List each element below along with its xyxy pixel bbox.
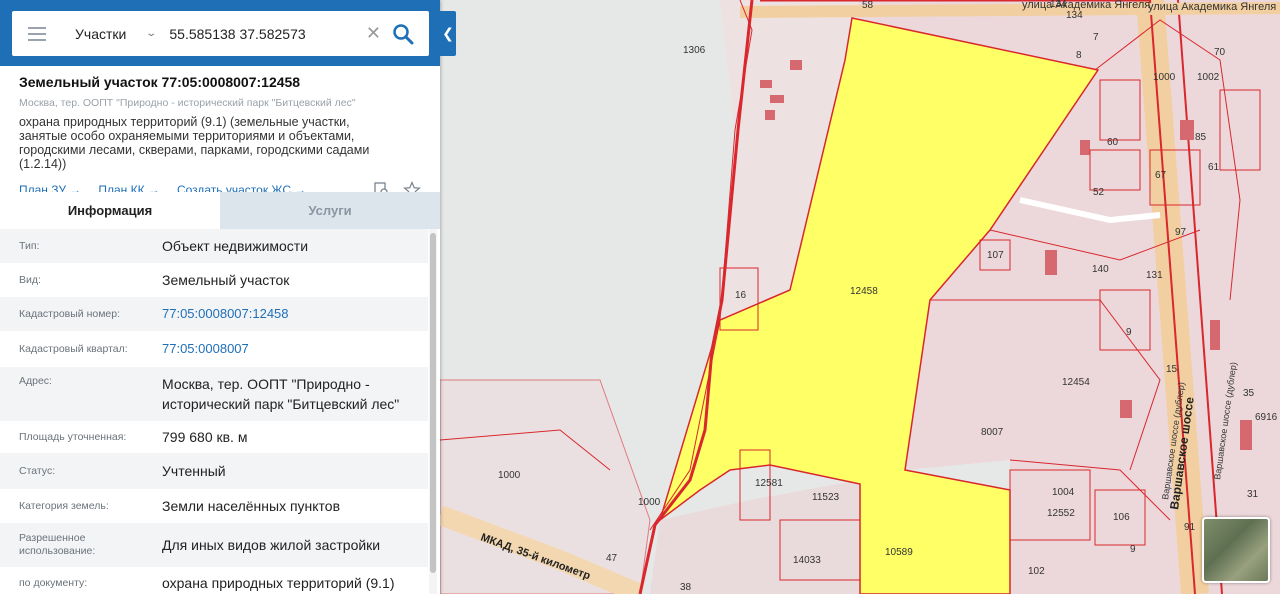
parcel-title: Земельный участок 77:05:0008007:12458 (19, 74, 301, 90)
map-label: 12552 (1047, 508, 1075, 519)
menu-icon[interactable] (28, 26, 46, 41)
search-bar: Участки ⌄ 55.585138 37.582573 ✕ (0, 0, 440, 66)
row-label: по документу: (19, 576, 88, 589)
table-row: Разрешенное использование: Для иных видо… (0, 523, 428, 567)
row-value: Земли населённых пунктов (162, 498, 341, 514)
row-value: Объект недвижимости (162, 238, 309, 254)
map-label: 61 (1208, 162, 1220, 173)
map-label: 1000 (1153, 72, 1176, 83)
map-label: 85 (1195, 132, 1207, 143)
map-label: 67 (1155, 170, 1167, 181)
row-value: Для иных видов жилой застройки (162, 537, 381, 553)
map-label: 1004 (1052, 487, 1075, 498)
info-panel: Участки ⌄ 55.585138 37.582573 ✕ Земельны… (0, 0, 440, 594)
map-label: 15 (1166, 364, 1178, 375)
table-row: Кадастровый номер: 77:05:0008007:12458 (0, 297, 428, 331)
map-label: 8 (1076, 50, 1082, 61)
map-label: 6916 (1255, 412, 1278, 423)
row-label: Кадастровый квартал: (19, 342, 128, 355)
map-label: 1002 (1197, 72, 1220, 83)
row-value: 799 680 кв. м (162, 429, 248, 445)
street-label-yangel: улица Академика Янгеля (1022, 0, 1150, 11)
table-row: Вид: Земельный участок (0, 263, 428, 297)
map-label: 140 (1092, 264, 1109, 275)
panel-tabs: Информация Услуги (0, 192, 440, 229)
row-label: Вид: (19, 273, 41, 286)
map-label: 47 (606, 553, 618, 564)
row-label: Тип: (19, 239, 40, 252)
table-row: Адрес: Москва, тер. ООПТ "Природно - ист… (0, 367, 428, 421)
satellite-layer-toggle[interactable] (1202, 517, 1270, 583)
property-table: Тип: Объект недвижимости Вид: Земельный … (0, 229, 428, 594)
map-label: 102 (1028, 566, 1045, 577)
map-label: 134 (1066, 10, 1083, 21)
map-label: 14033 (793, 555, 821, 566)
map-label: 70 (1214, 47, 1226, 58)
row-value: Москва, тер. ООПТ "Природно - историческ… (162, 376, 400, 412)
row-label: Разрешенное использование: (19, 532, 96, 557)
map-label: 12458 (850, 286, 878, 297)
map-label: 11523 (812, 492, 840, 503)
map-label: 31 (1247, 489, 1259, 500)
street-label-yangel-2: улица Академика Янгеля (1148, 1, 1276, 13)
row-label: Статус: (19, 464, 56, 477)
cadastral-quarter-link[interactable]: 77:05:0008007 (162, 339, 249, 359)
map-label: 8007 (981, 427, 1004, 438)
row-label: Кадастровый номер: (19, 307, 121, 320)
map-label: 1000 (498, 470, 521, 481)
row-value: охрана природных территорий (9.1) (162, 575, 395, 591)
table-row: Категория земель: Земли населённых пункт… (0, 489, 428, 523)
layer-select-value: Участки (75, 25, 127, 42)
tab-services[interactable]: Услуги (220, 192, 440, 229)
map-label: 1306 (683, 45, 706, 56)
map-label: 35 (1243, 388, 1255, 399)
search-box: Участки ⌄ 55.585138 37.582573 ✕ (12, 11, 429, 56)
search-input[interactable]: 55.585138 37.582573 (169, 26, 366, 42)
map-label: 106 (1113, 512, 1130, 523)
row-label: Категория земель: (19, 499, 109, 512)
layer-select[interactable]: Участки (75, 26, 145, 42)
clear-icon[interactable]: ✕ (366, 23, 381, 44)
map-label: 38 (680, 582, 692, 593)
map-label: 131 (1146, 270, 1163, 281)
map-label: 1000 (638, 497, 661, 508)
map-label: 7 (1093, 32, 1099, 43)
map-label: 12454 (1062, 377, 1090, 388)
map-label: 107 (987, 250, 1004, 261)
cadastral-number-link[interactable]: 77:05:0008007:12458 (162, 304, 289, 324)
map-label: 97 (1175, 227, 1187, 238)
map-label: 12581 (755, 478, 783, 489)
collapse-panel-button[interactable]: ❮ (440, 11, 456, 56)
row-value: Земельный участок (162, 272, 290, 288)
panel-scrollbar[interactable] (429, 229, 437, 594)
map-label: 16 (735, 290, 747, 301)
table-row: Площадь уточненная: 799 680 кв. м (0, 421, 428, 453)
tab-info[interactable]: Информация (0, 192, 220, 229)
row-label: Адрес: (19, 375, 52, 387)
row-value: Учтенный (162, 463, 226, 479)
map-label: 60 (1107, 137, 1119, 148)
table-row: Статус: Учтенный (0, 453, 428, 489)
search-icon[interactable] (391, 22, 415, 46)
map-label: 9 (1130, 544, 1136, 555)
map-label: 58 (862, 0, 874, 11)
parcel-usage-description: охрана природных территорий (9.1) (земел… (19, 115, 370, 171)
table-row: Тип: Объект недвижимости (0, 229, 428, 263)
map-label: 134 (1050, 0, 1067, 10)
map-label: 52 (1093, 187, 1105, 198)
map-label: 10589 (885, 547, 913, 558)
table-row: Кадастровый квартал: 77:05:0008007 (0, 331, 428, 367)
parcel-address-subtitle: Москва, тер. ООПТ "Природно - историческ… (19, 97, 356, 109)
map-label: 9 (1126, 327, 1132, 338)
scrollbar-thumb[interactable] (430, 233, 436, 573)
chevron-down-icon[interactable]: ⌄ (145, 28, 157, 39)
row-label: Площадь уточненная: (19, 430, 127, 443)
table-row: по документу: охрана природных территори… (0, 567, 428, 594)
map-label: 91 (1184, 522, 1196, 533)
